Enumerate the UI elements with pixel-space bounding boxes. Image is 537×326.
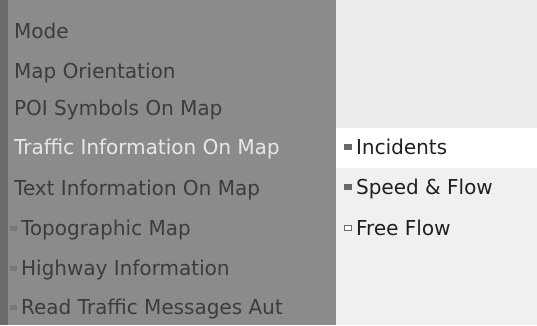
checkbox-icon bbox=[10, 225, 17, 231]
menu-item-read-traffic-messages[interactable]: Read Traffic Messages Aut bbox=[10, 288, 330, 326]
submenu-item-label: Incidents bbox=[356, 135, 448, 159]
menu-item-label: Highway Information bbox=[21, 256, 230, 280]
menu-item-traffic-information[interactable]: Traffic Information On Map bbox=[14, 128, 334, 166]
menu-item-label: Read Traffic Messages Aut bbox=[21, 295, 283, 319]
traffic-information-submenu: Incidents Speed & Flow Free Flow bbox=[336, 0, 537, 325]
menu-item-label: POI Symbols On Map bbox=[14, 96, 223, 120]
menu-item-highway-information[interactable]: Highway Information bbox=[10, 249, 330, 287]
menu-item-topographic-map[interactable]: Topographic Map bbox=[10, 209, 330, 247]
submenu-item-label: Free Flow bbox=[356, 216, 451, 240]
menu-item-label: Mode bbox=[14, 19, 69, 43]
menu-edge bbox=[0, 0, 8, 325]
menu-item-label: Text Information On Map bbox=[14, 176, 260, 200]
submenu-item-free-flow[interactable]: Free Flow bbox=[344, 209, 450, 247]
menu-item-label: Traffic Information On Map bbox=[14, 135, 280, 159]
submenu-item-incidents[interactable]: Incidents bbox=[344, 128, 447, 166]
menu-item-label: Map Orientation bbox=[14, 59, 176, 83]
navigation-map-settings-screen: Mode Map Orientation POI Symbols On Map … bbox=[0, 0, 537, 325]
checkbox-icon bbox=[10, 304, 17, 310]
radio-selected-icon bbox=[344, 144, 352, 150]
submenu-item-speed-flow[interactable]: Speed & Flow bbox=[344, 168, 493, 206]
menu-item-map-orientation[interactable]: Map Orientation bbox=[14, 52, 334, 90]
map-settings-menu: Mode Map Orientation POI Symbols On Map … bbox=[0, 0, 336, 325]
menu-item-poi-symbols[interactable]: POI Symbols On Map bbox=[14, 89, 334, 127]
menu-item-text-information[interactable]: Text Information On Map bbox=[14, 169, 334, 207]
checkbox-icon bbox=[10, 265, 17, 271]
submenu-empty-area bbox=[336, 0, 537, 128]
menu-item-mode[interactable]: Mode bbox=[14, 12, 334, 50]
menu-item-label: Topographic Map bbox=[21, 216, 191, 240]
submenu-item-label: Speed & Flow bbox=[356, 175, 493, 199]
radio-unselected-icon bbox=[344, 225, 352, 231]
radio-selected-icon bbox=[344, 184, 352, 190]
